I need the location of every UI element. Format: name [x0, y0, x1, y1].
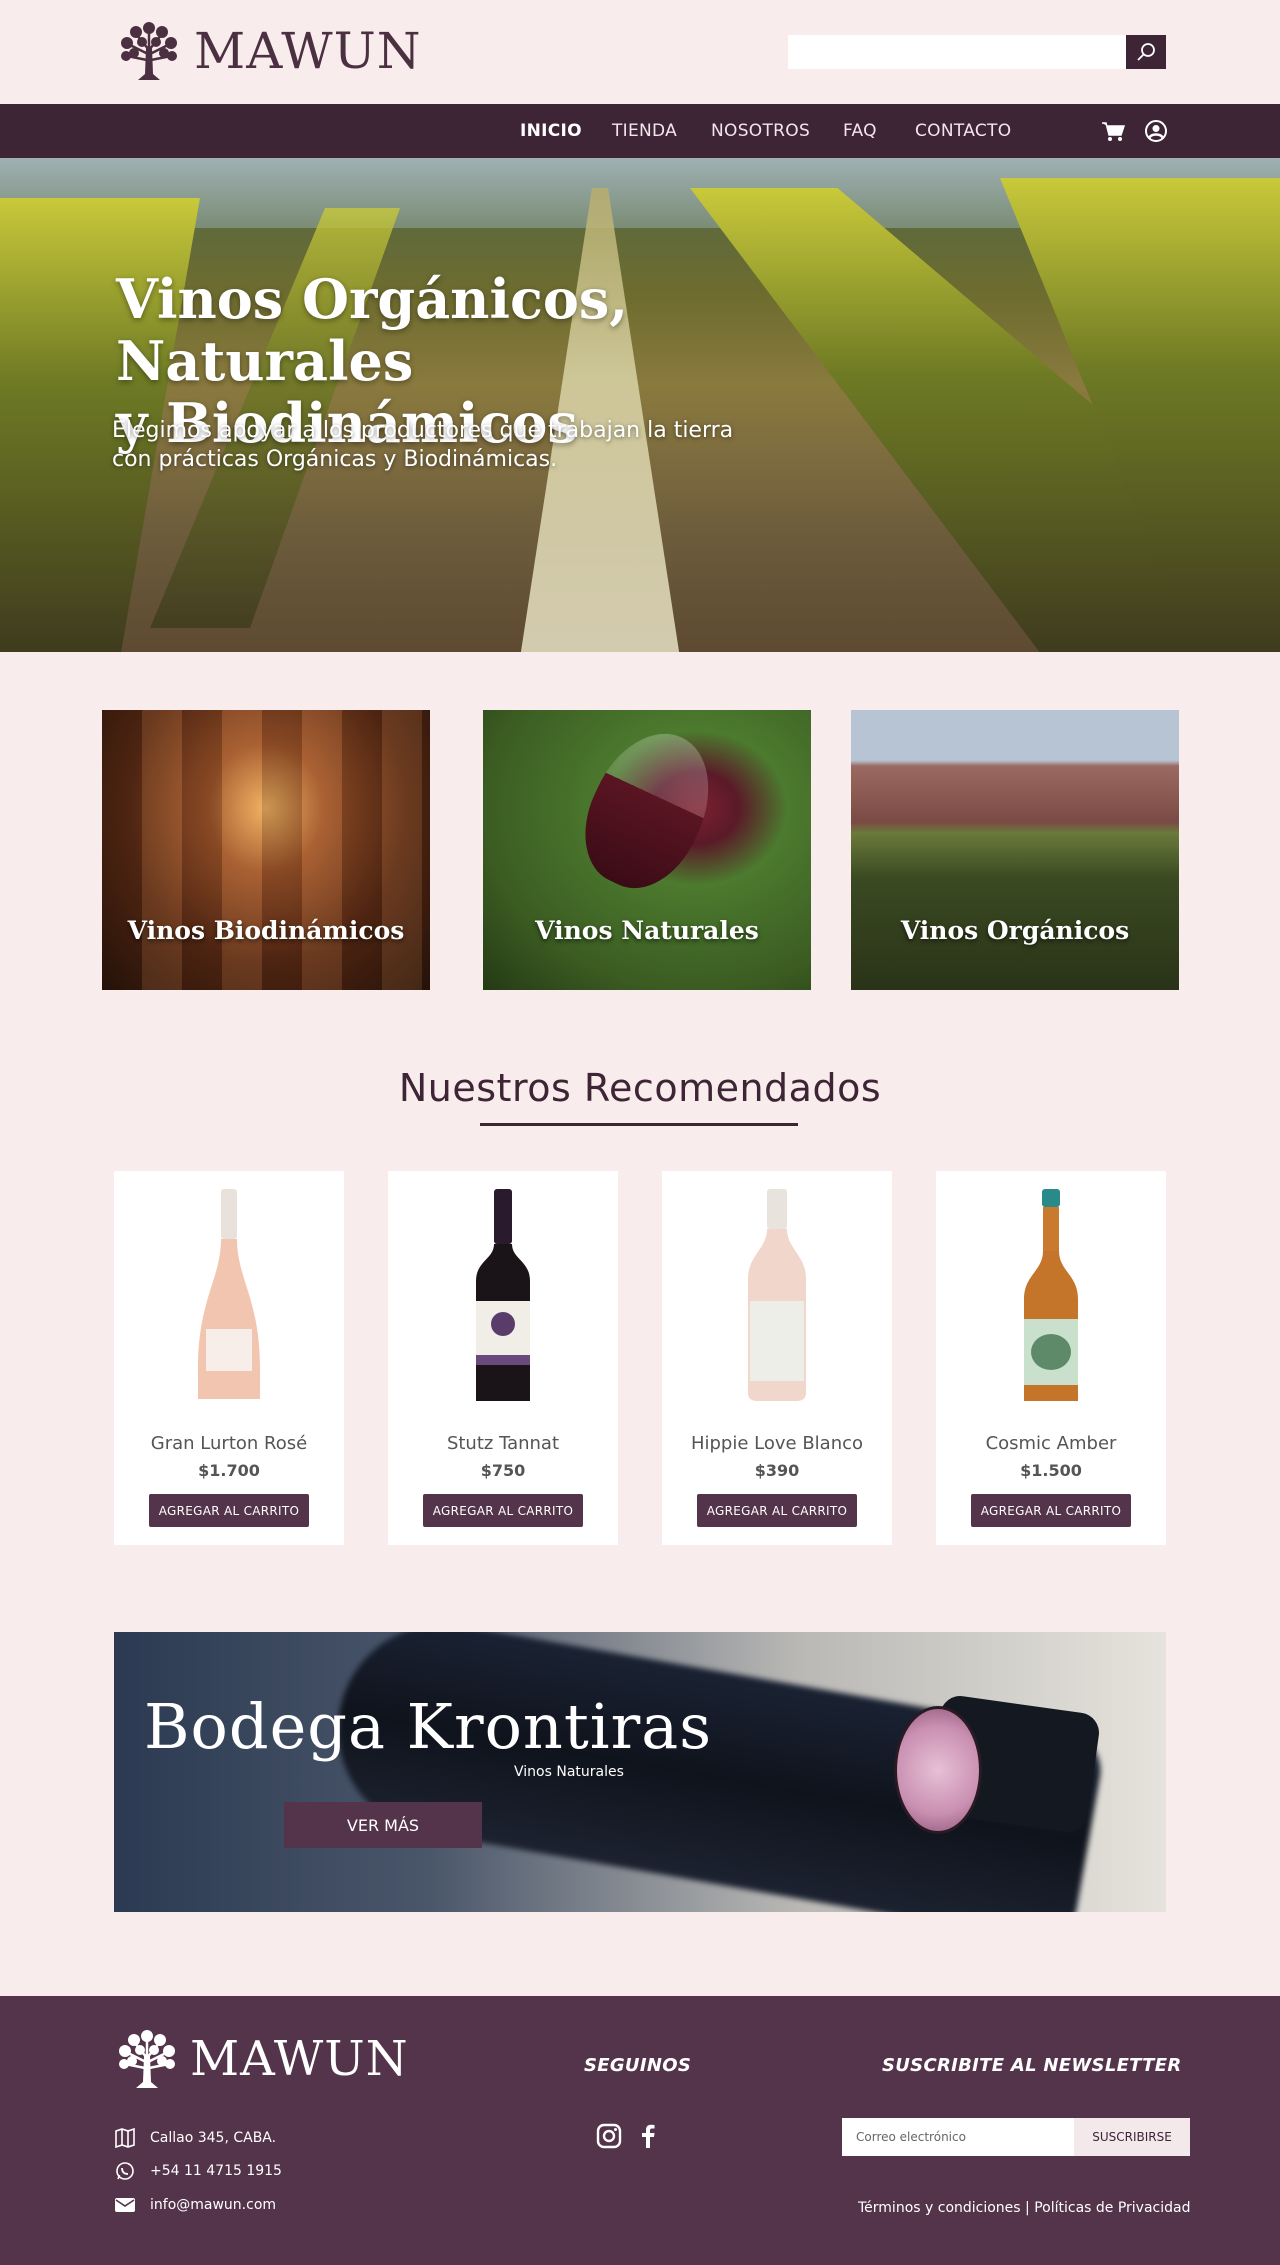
category-card-biodinamicos[interactable]: Vinos Biodinámicos — [102, 710, 430, 990]
footer-logo[interactable]: MAWUN — [114, 2026, 409, 2092]
main-nav: INICIO TIENDA NOSOTROS FAQ CONTACTO — [0, 104, 1280, 158]
hero-banner: Vinos Orgánicos, Naturales y Biodinámico… — [0, 158, 1280, 652]
product-card: Stutz Tannat $750 AGREGAR AL CARRITO — [388, 1171, 618, 1545]
add-to-cart-button[interactable]: AGREGAR AL CARRITO — [149, 1494, 309, 1527]
banner-title: Bodega Krontiras — [144, 1690, 713, 1763]
category-label: Vinos Biodinámicos — [127, 916, 405, 945]
contact-email: info@mawun.com — [114, 2195, 276, 2215]
banner-bottle-cap — [894, 1706, 982, 1834]
cart-icon[interactable] — [1100, 118, 1126, 144]
tree-logo-icon — [119, 2030, 175, 2088]
section-underline — [480, 1123, 798, 1126]
social-heading: SEGUINOS — [584, 2055, 692, 2076]
category-card-organicos[interactable]: Vinos Orgánicos — [851, 710, 1179, 990]
product-name[interactable]: Hippie Love Blanco — [662, 1433, 892, 1454]
wine-bottle-image — [198, 1189, 260, 1399]
instagram-icon[interactable] — [595, 2122, 623, 2150]
product-price: $1.500 — [1020, 1461, 1082, 1480]
wine-bottle-image — [1024, 1189, 1078, 1401]
add-to-cart-button[interactable]: AGREGAR AL CARRITO — [697, 1494, 857, 1527]
hero-subtitle-line-1: Elegimos apoyar a los productores que tr… — [112, 418, 734, 443]
banner-subtitle: Vinos Naturales — [514, 1764, 624, 1780]
whatsapp-icon — [116, 2162, 134, 2180]
wine-bottle-image — [476, 1189, 530, 1401]
newsletter-heading: SUSCRIBITE AL NEWSLETTER — [882, 2055, 1182, 2076]
product-card: Gran Lurton Rosé $1.700 AGREGAR AL CARRI… — [114, 1171, 344, 1545]
category-label: Vinos Naturales — [535, 916, 759, 945]
search-input[interactable] — [788, 35, 1126, 69]
search-icon — [1137, 43, 1155, 61]
section-title: Nuestros Recomendados — [398, 1066, 882, 1110]
product-card: Hippie Love Blanco $390 AGREGAR AL CARRI… — [662, 1171, 892, 1545]
subscribe-button[interactable]: SUSCRIBIRSE — [1074, 2118, 1190, 2156]
hero-subtitle: Elegimos apoyar a los productores que tr… — [112, 416, 812, 474]
user-icon[interactable] — [1143, 118, 1169, 144]
brand-name: MAWUN — [194, 22, 422, 80]
product-price: $1.700 — [198, 1461, 260, 1480]
contact-phone: +54 11 4715 1915 — [114, 2161, 282, 2181]
nav-item-inicio[interactable]: INICIO — [520, 121, 582, 141]
facebook-icon[interactable] — [634, 2122, 662, 2150]
product-price: $750 — [480, 1461, 526, 1480]
wine-glass-image — [564, 714, 732, 906]
footer-brand-name: MAWUN — [190, 2031, 409, 2087]
product-card: Cosmic Amber $1.500 AGREGAR AL CARRITO — [936, 1171, 1166, 1545]
legal-links[interactable]: Términos y condiciones | Políticas de Pr… — [858, 2200, 1191, 2216]
add-to-cart-button[interactable]: AGREGAR AL CARRITO — [423, 1494, 583, 1527]
tree-logo-icon — [121, 22, 177, 80]
promo-banner: Bodega Krontiras Vinos Naturales VER MÁS — [114, 1632, 1166, 1912]
hero-title-line-1: Vinos Orgánicos, Naturales — [116, 267, 629, 393]
barrels-image — [102, 710, 430, 990]
footer: MAWUN SEGUINOS SUSCRIBITE AL NEWSLETTER … — [0, 1996, 1280, 2265]
product-name[interactable]: Gran Lurton Rosé — [114, 1433, 344, 1454]
email-text[interactable]: info@mawun.com — [150, 2197, 276, 2213]
nav-item-contacto[interactable]: CONTACTO — [915, 121, 1011, 141]
nav-item-faq[interactable]: FAQ — [843, 121, 877, 141]
category-card-naturales[interactable]: Vinos Naturales — [483, 710, 811, 990]
map-icon — [115, 2128, 135, 2148]
add-to-cart-button[interactable]: AGREGAR AL CARRITO — [971, 1494, 1131, 1527]
search-bar — [788, 35, 1166, 69]
logo[interactable]: MAWUN — [116, 18, 422, 84]
nav-item-nosotros[interactable]: NOSOTROS — [711, 121, 810, 141]
newsletter-email-input[interactable]: Correo electrónico — [842, 2118, 1074, 2156]
wine-bottle-image — [748, 1189, 806, 1401]
nav-item-tienda[interactable]: TIENDA — [612, 121, 677, 141]
category-label: Vinos Orgánicos — [900, 916, 1130, 945]
phone-text[interactable]: +54 11 4715 1915 — [150, 2163, 282, 2179]
mail-icon — [115, 2198, 135, 2212]
address-text: Callao 345, CABA. — [150, 2130, 277, 2146]
header: MAWUN — [0, 0, 1280, 104]
product-name[interactable]: Stutz Tannat — [388, 1433, 618, 1454]
hero-subtitle-line-2: con prácticas Orgánicas y Biodinámicas. — [112, 447, 558, 472]
product-price: $390 — [754, 1461, 800, 1480]
ver-mas-button[interactable]: VER MÁS — [284, 1802, 482, 1848]
search-button[interactable] — [1126, 35, 1166, 69]
contact-address: Callao 345, CABA. — [114, 2128, 276, 2148]
product-name[interactable]: Cosmic Amber — [936, 1433, 1166, 1454]
